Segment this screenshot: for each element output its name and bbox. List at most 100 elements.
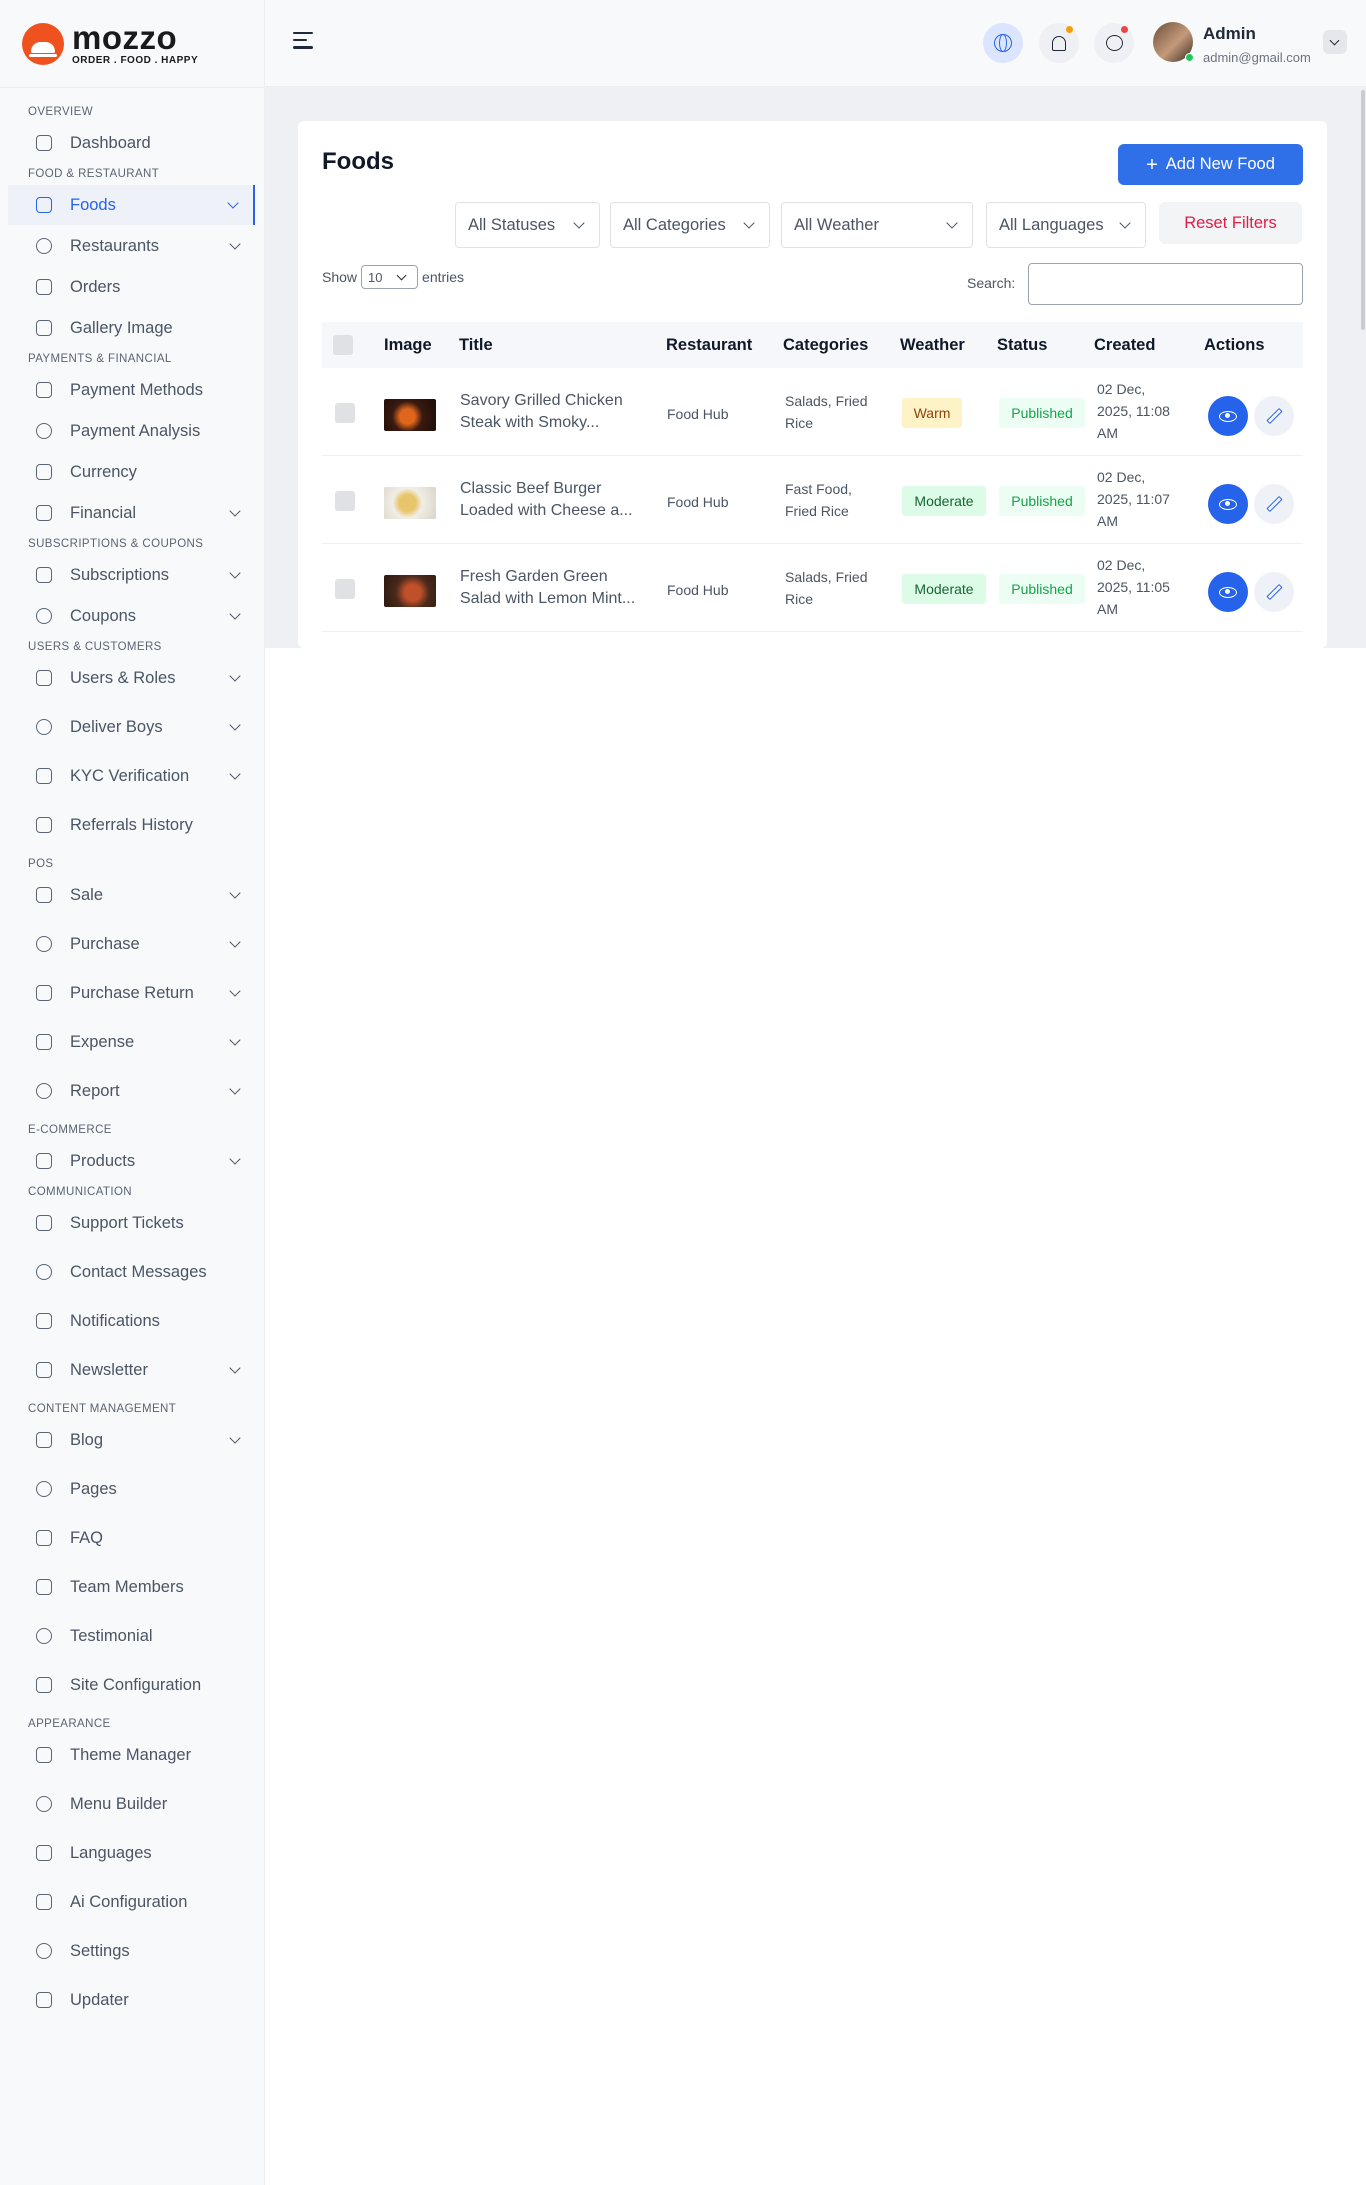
column-header[interactable]: Status <box>997 336 1047 355</box>
sidebar-item-label: Purchase Return <box>70 983 194 1002</box>
sidebar-item-languages[interactable]: Languages <box>8 1833 255 1873</box>
menu-icon[interactable] <box>293 32 315 50</box>
select-all-checkbox[interactable] <box>333 335 353 355</box>
food-title[interactable]: Fresh Garden Green Salad with Lemon Mint… <box>460 566 650 610</box>
chevron-down-icon <box>227 197 239 209</box>
languages-icon <box>36 1845 52 1861</box>
sidebar-item-notifications[interactable]: Notifications <box>8 1301 255 1341</box>
sidebar-item-site-configuration[interactable]: Site Configuration <box>8 1665 255 1705</box>
sidebar-item-label: Financial <box>70 503 137 522</box>
sidebar-item-label: Subscriptions <box>70 565 170 584</box>
sidebar-item-newsletter[interactable]: Newsletter <box>8 1350 255 1390</box>
sidebar-item-testimonial[interactable]: Testimonial <box>8 1616 255 1656</box>
sidebar-item-referrals-history[interactable]: Referrals History <box>8 805 255 845</box>
sidebar-item-label: Currency <box>70 462 137 481</box>
status-badge: Published <box>999 398 1085 428</box>
status-filter[interactable]: All Statuses <box>455 202 600 248</box>
sidebar-item-dashboard[interactable]: Dashboard <box>8 123 255 163</box>
sidebar-item-pages[interactable]: Pages <box>8 1469 255 1509</box>
settings-icon <box>36 1943 52 1959</box>
sidebar-item-purchase[interactable]: Purchase <box>8 924 255 964</box>
food-title[interactable]: Savory Grilled Chicken Steak with Smoky.… <box>460 390 650 434</box>
view-button[interactable] <box>1208 484 1248 524</box>
sidebar-item-contact-messages[interactable]: Contact Messages <box>8 1252 255 1292</box>
sidebar-item-users-roles[interactable]: Users & Roles <box>8 658 255 698</box>
table-header: Image Title Restaurant Categories Weathe… <box>322 322 1303 368</box>
sidebar-item-foods[interactable]: Foods <box>8 185 255 225</box>
row-checkbox[interactable] <box>335 491 355 511</box>
sidebar-item-label: Users & Roles <box>70 668 176 687</box>
sidebar-item-ai-configuration[interactable]: Ai Configuration <box>8 1882 255 1922</box>
sidebar-item-team-members[interactable]: Team Members <box>8 1567 255 1607</box>
sidebar-item-deliver-boys[interactable]: Deliver Boys <box>8 707 255 747</box>
sidebar-item-financial[interactable]: Financial <box>8 493 255 533</box>
column-header[interactable]: Restaurant <box>666 336 752 355</box>
category-filter[interactable]: All Categories <box>610 202 770 248</box>
entries-select[interactable]: 10 <box>361 265 419 289</box>
brand[interactable]: mozzo ORDER . FOOD . HAPPY <box>0 0 264 88</box>
sidebar-item-products[interactable]: Products <box>8 1141 255 1181</box>
view-button[interactable] <box>1208 396 1248 436</box>
section-title: POS <box>28 858 54 870</box>
sidebar-item-payment-methods[interactable]: Payment Methods <box>8 370 255 410</box>
restaurant-name: Food Hub <box>667 406 729 422</box>
column-header[interactable]: Created <box>1094 336 1155 355</box>
sidebar-item-gallery-image[interactable]: Gallery Image <box>8 308 255 348</box>
food-title[interactable]: Classic Beef Burger Loaded with Cheese a… <box>460 478 650 522</box>
column-header[interactable]: Weather <box>900 336 965 355</box>
report-icon <box>36 1083 52 1099</box>
column-header[interactable]: Categories <box>783 336 868 355</box>
edit-button[interactable] <box>1254 572 1294 612</box>
language-button[interactable] <box>983 23 1023 63</box>
sidebar-item-coupons[interactable]: Coupons <box>8 596 255 636</box>
sidebar-item-kyc-verification[interactable]: KYC Verification <box>8 756 255 796</box>
sidebar-item-purchase-return[interactable]: Purchase Return <box>8 973 255 1013</box>
sidebar-item-faq[interactable]: FAQ <box>8 1518 255 1558</box>
notification-dot <box>1066 26 1073 33</box>
column-header[interactable]: Title <box>459 336 493 355</box>
sidebar-item-theme-manager[interactable]: Theme Manager <box>8 1735 255 1775</box>
currency-icon <box>36 464 52 480</box>
sidebar-item-support-tickets[interactable]: Support Tickets <box>8 1203 255 1243</box>
sidebar-item-label: Theme Manager <box>70 1745 192 1764</box>
language-filter-label: All Languages <box>999 215 1104 234</box>
row-checkbox[interactable] <box>335 579 355 599</box>
sidebar-item-expense[interactable]: Expense <box>8 1022 255 1062</box>
edit-button[interactable] <box>1254 484 1294 524</box>
add-new-food-button[interactable]: + Add New Food <box>1118 144 1303 185</box>
sidebar-item-report[interactable]: Report <box>8 1071 255 1111</box>
sidebar-item-orders[interactable]: Orders <box>8 267 255 307</box>
weather-filter[interactable]: All Weather <box>781 202 973 248</box>
row-checkbox[interactable] <box>335 403 355 423</box>
sidebar-item-restaurants[interactable]: Restaurants <box>8 226 255 266</box>
user-dropdown-button[interactable] <box>1323 30 1347 54</box>
food-categories: Fast Food, Fried Rice <box>785 481 852 519</box>
sidebar-item-label: Team Members <box>70 1577 184 1596</box>
section-title: CONTENT MANAGEMENT <box>28 1403 177 1415</box>
sidebar-item-label: Updater <box>70 1990 129 2009</box>
view-button[interactable] <box>1208 572 1248 612</box>
sidebar-item-blog[interactable]: Blog <box>8 1420 255 1460</box>
sidebar-item-menu-builder[interactable]: Menu Builder <box>8 1784 255 1824</box>
sidebar-item-subscriptions[interactable]: Subscriptions <box>8 555 255 595</box>
entries-control: Show 10 entries <box>322 265 464 289</box>
scrollbar[interactable] <box>1361 90 1365 330</box>
reset-filters-button[interactable]: Reset Filters <box>1159 202 1302 244</box>
sidebar-item-payment-analysis[interactable]: Payment Analysis <box>8 411 255 451</box>
notifications-button[interactable] <box>1039 23 1079 63</box>
deliver-boys-icon <box>36 719 52 735</box>
gallery-image-icon <box>36 320 52 336</box>
section-title: E-COMMERCE <box>28 1124 112 1136</box>
coupons-icon <box>36 608 52 624</box>
messages-button[interactable] <box>1094 23 1134 63</box>
sidebar-item-sale[interactable]: Sale <box>8 875 255 915</box>
chevron-down-icon <box>229 768 241 780</box>
sidebar-item-settings[interactable]: Settings <box>8 1931 255 1971</box>
search-input[interactable] <box>1028 263 1303 305</box>
site-configuration-icon <box>36 1677 52 1693</box>
dashboard-icon <box>36 135 52 151</box>
sidebar-item-updater[interactable]: Updater <box>8 1980 255 2020</box>
edit-button[interactable] <box>1254 396 1294 436</box>
sidebar-item-currency[interactable]: Currency <box>8 452 255 492</box>
language-filter[interactable]: All Languages <box>986 202 1146 248</box>
